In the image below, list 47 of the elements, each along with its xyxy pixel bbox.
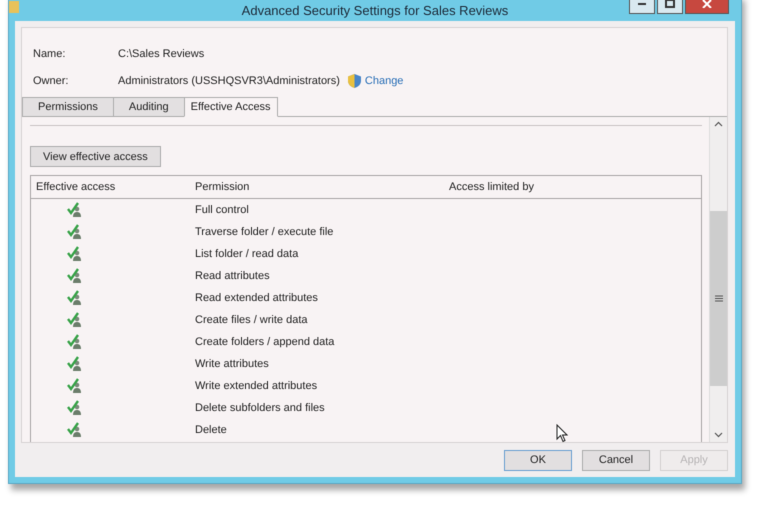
user-check-icon bbox=[67, 246, 83, 262]
user-check-icon bbox=[67, 378, 83, 394]
permission-cell-text: Read extended attributes bbox=[195, 292, 319, 304]
user-check-icon bbox=[67, 334, 83, 350]
minimize-button[interactable] bbox=[629, 0, 655, 14]
tab[interactable]: Permissions bbox=[22, 97, 114, 117]
user-check-icon bbox=[67, 202, 83, 218]
minimize-icon bbox=[637, 0, 647, 8]
permission-cell-text: List folder / read data bbox=[195, 248, 300, 260]
name-label: Name: bbox=[33, 48, 66, 60]
user-check-icon bbox=[67, 312, 83, 328]
close-button[interactable] bbox=[685, 0, 729, 14]
user-check-icon bbox=[67, 400, 83, 416]
view-effective-access-button[interactable]: View effective access bbox=[30, 146, 161, 167]
folder-icon bbox=[9, 1, 19, 13]
permission-cell-text: Read attributes bbox=[195, 270, 271, 282]
window-title: Advanced Security Settings for Sales Reviews bbox=[242, 3, 508, 20]
user-check-icon bbox=[67, 356, 83, 372]
permission-cell-text: Write extended attributes bbox=[195, 380, 318, 392]
vertical-scrollbar[interactable] bbox=[709, 117, 727, 442]
maximize-icon bbox=[665, 0, 675, 8]
close-icon bbox=[702, 0, 712, 8]
maximize-button[interactable] bbox=[657, 0, 683, 14]
owner-value: Administrators (USSHQSVR3\Administrators) bbox=[118, 74, 340, 86]
permission-cell-text: Traverse folder / execute file bbox=[195, 226, 334, 238]
user-check-icon bbox=[67, 422, 83, 438]
scroll-thumb[interactable] bbox=[710, 211, 727, 386]
column-header[interactable]: Access limited by bbox=[449, 176, 701, 198]
owner-label: Owner: bbox=[33, 74, 70, 86]
permission-cell-text: Write attributes bbox=[195, 358, 270, 370]
dialog-button[interactable]: OK bbox=[504, 450, 572, 470]
name-value: C:\Sales Reviews bbox=[118, 48, 204, 60]
column-header[interactable]: Effective access bbox=[31, 176, 195, 198]
shield-icon bbox=[348, 74, 361, 88]
tab[interactable]: Effective Access bbox=[184, 97, 278, 117]
user-check-icon bbox=[67, 224, 83, 240]
permission-cell-text: Delete subfolders and files bbox=[195, 402, 326, 414]
tab[interactable]: Auditing bbox=[112, 97, 185, 117]
permission-cell-text: Full control bbox=[195, 204, 250, 216]
permission-cell-text: Create folders / append data bbox=[195, 336, 336, 348]
permission-cell-text: Create files / write data bbox=[195, 314, 308, 326]
user-check-icon bbox=[67, 290, 83, 306]
change-link[interactable]: Change bbox=[364, 74, 404, 86]
user-check-icon bbox=[67, 268, 83, 284]
permission-cell-text: Delete bbox=[195, 424, 228, 436]
column-header[interactable]: Permission bbox=[195, 176, 449, 198]
dialog-button[interactable]: Cancel bbox=[582, 450, 650, 470]
